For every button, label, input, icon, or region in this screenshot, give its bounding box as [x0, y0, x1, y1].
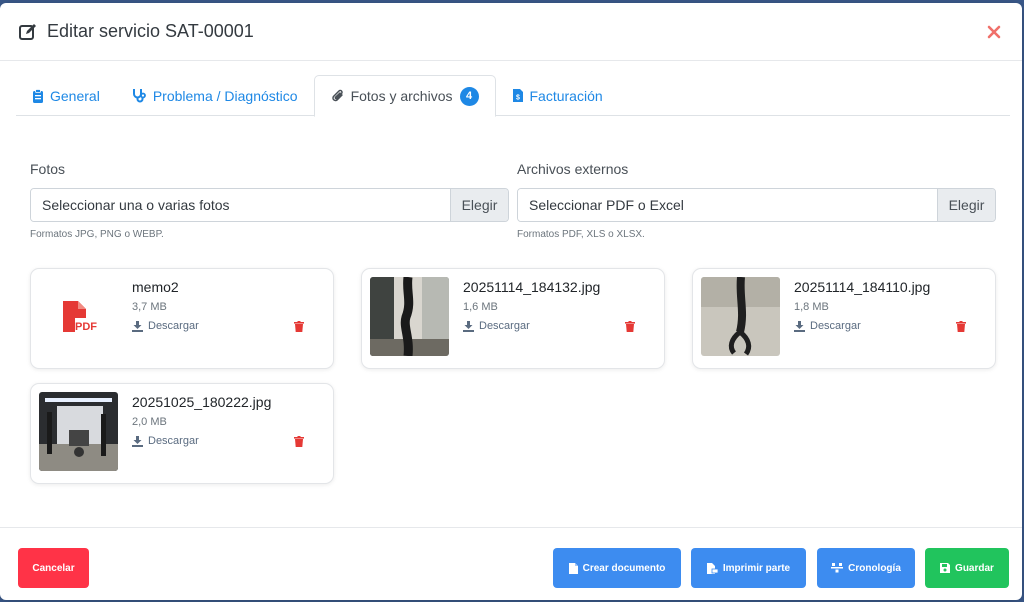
- create-document-button[interactable]: Crear documento: [553, 548, 681, 588]
- timeline-button[interactable]: Cronología: [817, 548, 915, 588]
- cancel-button-label: Cancelar: [32, 562, 75, 574]
- tab-facturacion[interactable]: $ Facturación: [496, 75, 619, 116]
- attachment-name: 20251114_184132.jpg: [463, 279, 601, 295]
- files-label: Archivos externos: [517, 161, 629, 177]
- photos-choose-button[interactable]: Elegir: [450, 189, 508, 221]
- photos-label: Fotos: [30, 161, 66, 177]
- tab-label: Fotos y archivos: [350, 88, 453, 104]
- modal-footer: Cancelar Crear documento Imprimir parte …: [0, 527, 1022, 600]
- attachment-size: 2,0 MB: [132, 416, 167, 428]
- attachment-size: 3,7 MB: [132, 301, 167, 313]
- print-report-button[interactable]: Imprimir parte: [691, 548, 806, 588]
- attachment-name: memo2: [132, 279, 179, 295]
- modal-header: Editar servicio SAT-00001: [0, 3, 1022, 61]
- create-document-label: Crear documento: [582, 562, 666, 574]
- attachment-count-badge: 4: [459, 86, 479, 106]
- pdf-label: PDF: [75, 321, 97, 333]
- timeline-icon: [831, 563, 844, 573]
- file-icon: [568, 562, 578, 574]
- tab-label: Problema / Diagnóstico: [152, 87, 298, 104]
- download-link[interactable]: Descargar: [794, 320, 861, 332]
- delete-trash-icon[interactable]: [294, 436, 304, 447]
- modal-title: Editar servicio SAT-00001: [47, 21, 254, 41]
- timeline-label: Cronología: [848, 562, 901, 574]
- files-input-placeholder[interactable]: Seleccionar PDF o Excel: [518, 189, 937, 221]
- download-label: Descargar: [148, 320, 199, 332]
- files-file-input[interactable]: Seleccionar PDF o Excel Elegir: [517, 188, 996, 222]
- attachment-name: 20251025_180222.jpg: [132, 394, 272, 410]
- cancel-button[interactable]: Cancelar: [18, 548, 89, 588]
- tab-label: General: [50, 87, 100, 104]
- download-link[interactable]: Descargar: [463, 320, 530, 332]
- save-button[interactable]: Guardar: [925, 548, 1009, 588]
- save-icon: [940, 563, 951, 573]
- photos-file-input[interactable]: Seleccionar una o varias fotos Elegir: [30, 188, 509, 222]
- print-file-icon: [706, 562, 718, 574]
- download-icon: [132, 320, 143, 332]
- attachment-size: 1,8 MB: [794, 301, 829, 313]
- edit-icon: [18, 22, 38, 42]
- pdf-file-icon: PDF: [39, 277, 118, 356]
- stethoscope-icon: [132, 89, 146, 103]
- photo-thumbnail[interactable]: [701, 277, 780, 356]
- save-label: Guardar: [955, 562, 994, 574]
- print-report-label: Imprimir parte: [722, 562, 791, 574]
- attachment-card: 20251114_184110.jpg 1,8 MB Descargar: [692, 268, 996, 369]
- tab-general[interactable]: General: [16, 75, 116, 116]
- clipboard-icon: [33, 88, 43, 103]
- download-icon: [794, 320, 805, 332]
- photos-upload-group: Fotos Seleccionar una o varias fotos Ele…: [30, 161, 509, 240]
- tab-fotos-archivos[interactable]: Fotos y archivos 4: [313, 75, 496, 117]
- delete-trash-icon[interactable]: [956, 321, 966, 332]
- paperclip-icon: [331, 89, 343, 101]
- download-label: Descargar: [810, 320, 861, 332]
- delete-trash-icon[interactable]: [294, 321, 304, 332]
- files-upload-group: Archivos externos Seleccionar PDF o Exce…: [517, 161, 996, 240]
- delete-trash-icon[interactable]: [625, 321, 635, 332]
- photos-help-text: Formatos JPG, PNG o WEBP.: [30, 229, 164, 240]
- download-link[interactable]: Descargar: [132, 320, 199, 332]
- download-label: Descargar: [479, 320, 530, 332]
- attachment-size: 1,6 MB: [463, 301, 498, 313]
- download-icon: [463, 320, 474, 332]
- attachment-card: 20251114_184132.jpg 1,6 MB Descargar: [361, 268, 665, 369]
- edit-service-modal: Editar servicio SAT-00001 General Proble…: [0, 3, 1022, 600]
- attachment-name: 20251114_184110.jpg: [794, 279, 931, 295]
- photo-thumbnail[interactable]: [39, 392, 118, 471]
- attachment-card: 20251025_180222.jpg 2,0 MB Descargar: [30, 383, 334, 484]
- download-link[interactable]: Descargar: [132, 435, 199, 447]
- download-icon: [132, 435, 143, 447]
- files-choose-button[interactable]: Elegir: [937, 189, 995, 221]
- photo-thumbnail[interactable]: [370, 277, 449, 356]
- attachment-card: PDF memo2 3,7 MB Descargar: [30, 268, 334, 369]
- download-label: Descargar: [148, 435, 199, 447]
- svg-text:$: $: [516, 95, 520, 102]
- photos-input-placeholder[interactable]: Seleccionar una o varias fotos: [31, 189, 450, 221]
- close-icon[interactable]: [984, 22, 1004, 42]
- invoice-icon: $: [512, 89, 523, 102]
- tab-bar: General Problema / Diagnóstico Fotos y a…: [16, 75, 1010, 117]
- files-help-text: Formatos PDF, XLS o XLSX.: [517, 229, 645, 240]
- tab-label: Facturación: [529, 87, 603, 104]
- tab-problema-diagnostico[interactable]: Problema / Diagnóstico: [116, 75, 314, 116]
